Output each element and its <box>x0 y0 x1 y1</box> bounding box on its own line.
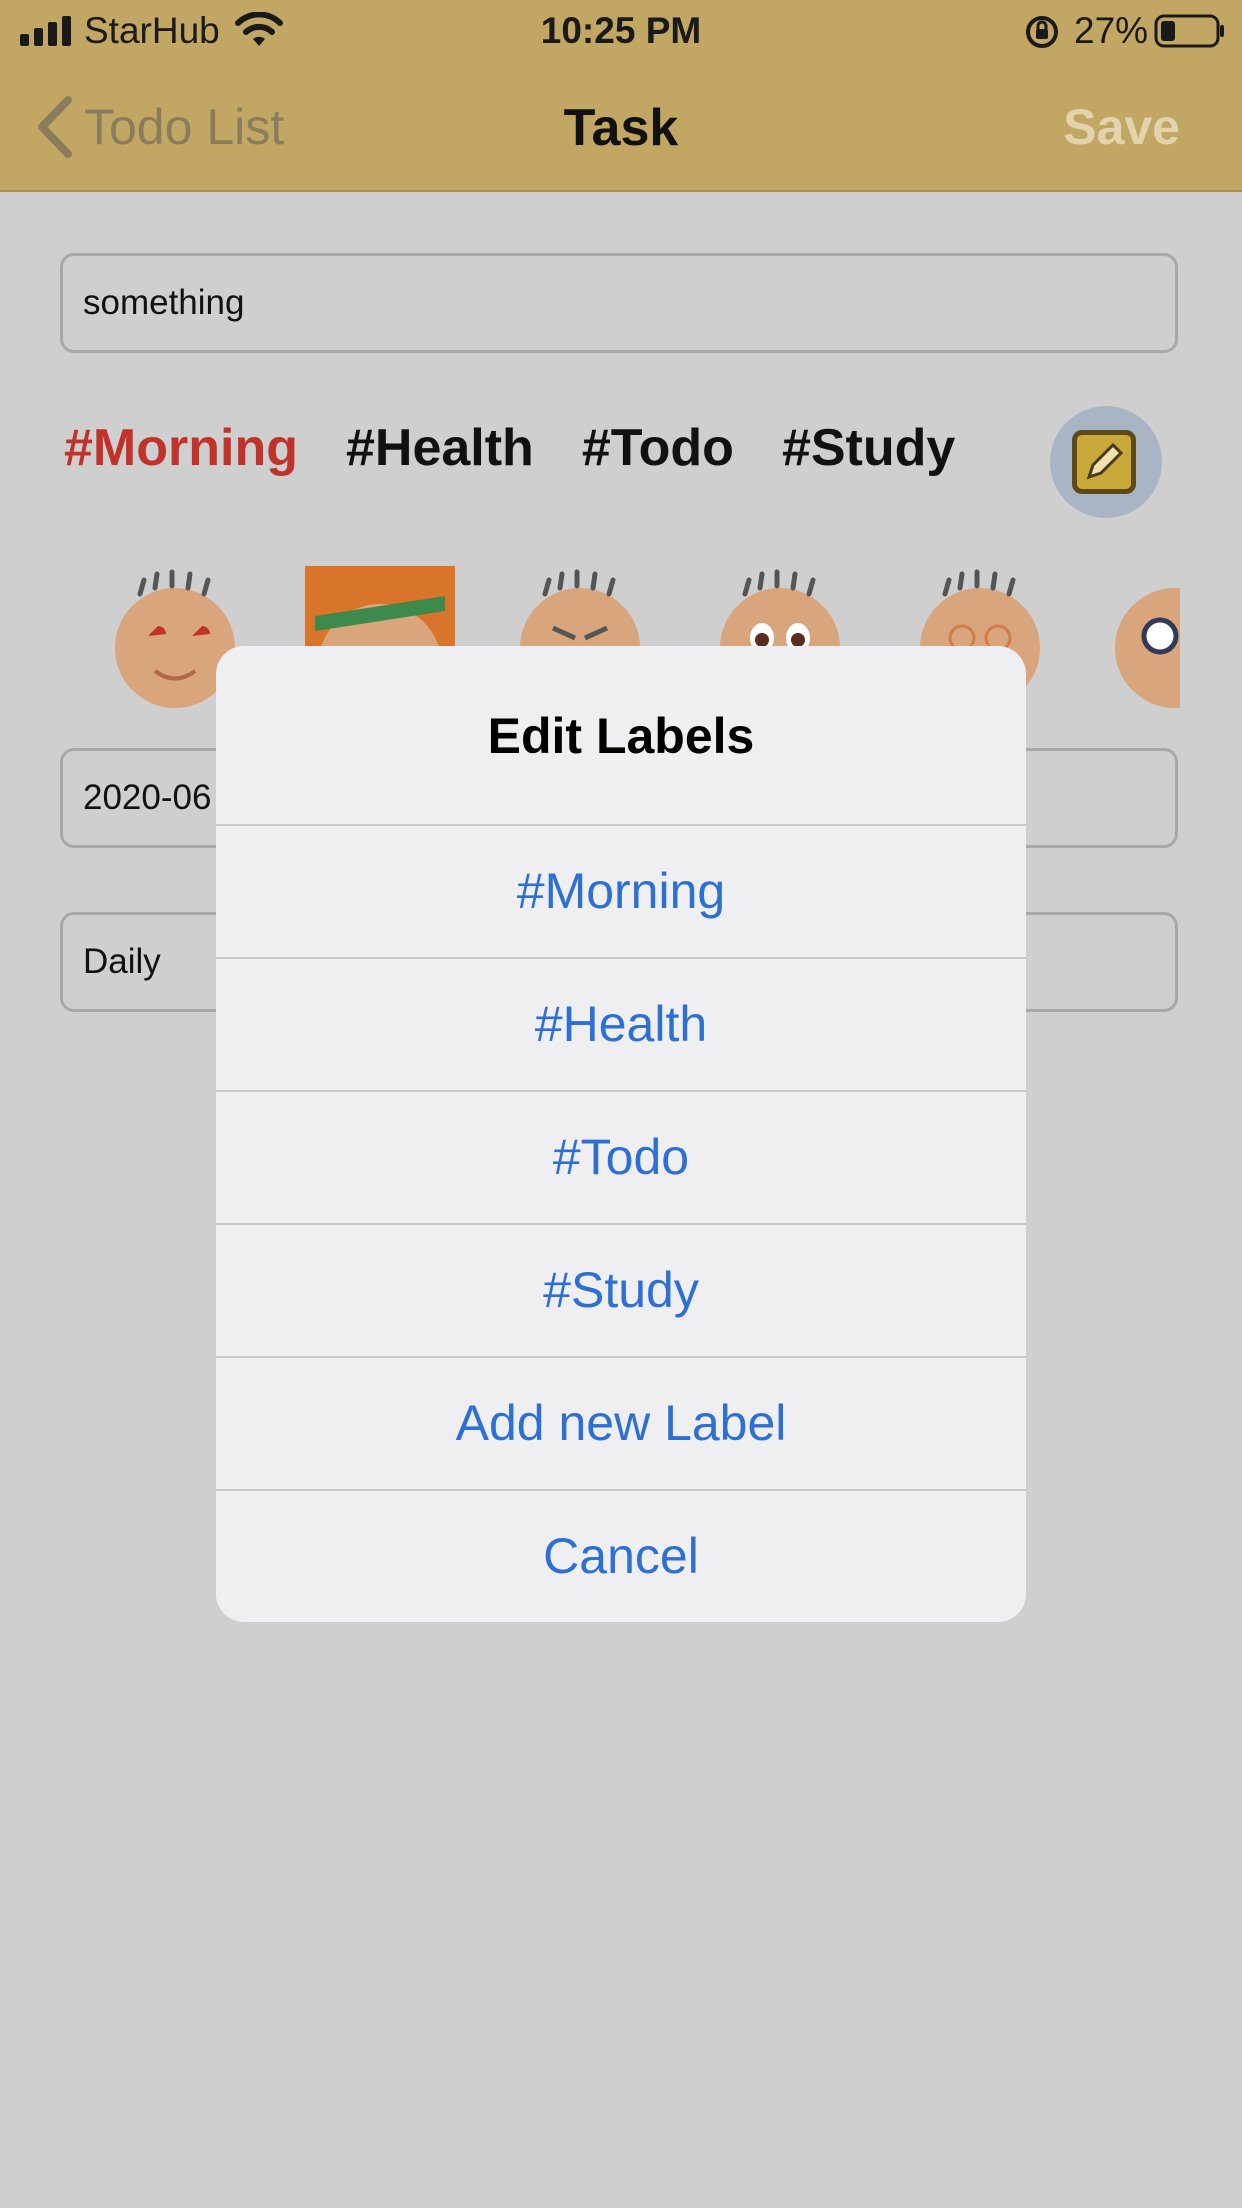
dialog-option-study[interactable]: #Study <box>216 1225 1026 1358</box>
dialog-option-morning[interactable]: #Morning <box>216 826 1026 959</box>
edit-labels-dialog: Edit Labels #Morning #Health #Todo #Stud… <box>216 646 1026 1622</box>
cancel-button[interactable]: Cancel <box>216 1491 1026 1622</box>
dialog-option-todo[interactable]: #Todo <box>216 1092 1026 1225</box>
dialog-title: Edit Labels <box>216 646 1026 826</box>
add-new-label-button[interactable]: Add new Label <box>216 1358 1026 1491</box>
dialog-option-health[interactable]: #Health <box>216 959 1026 1092</box>
